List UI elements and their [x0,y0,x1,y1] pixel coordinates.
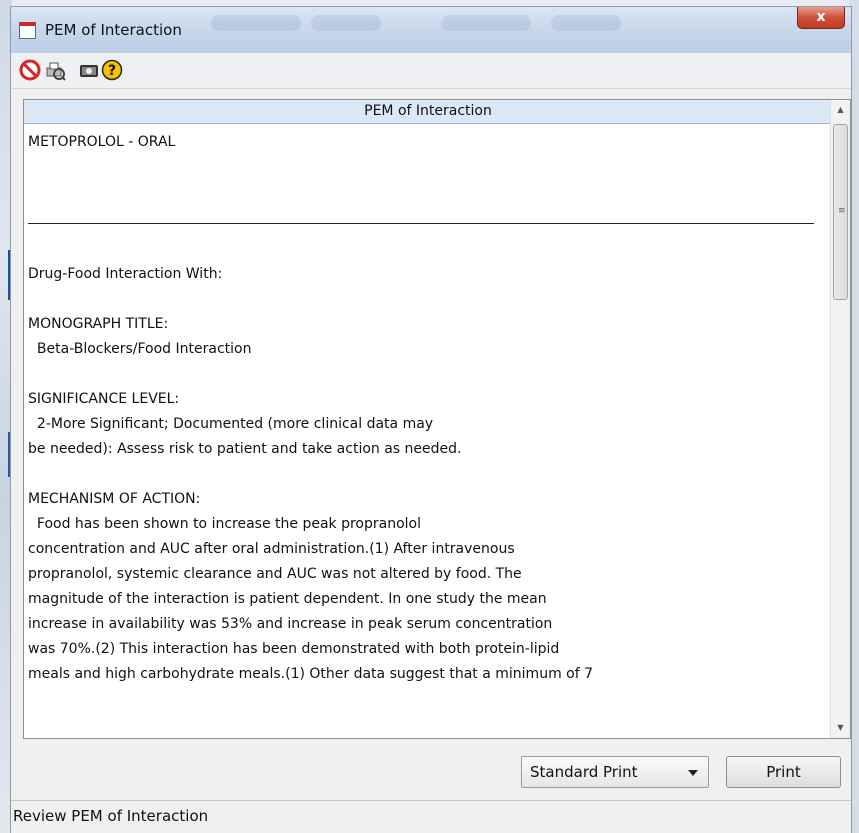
mechanism-line: was 70%.(2) This interaction has been de… [28,641,560,657]
mechanism-line: propranolol, systemic clearance and AUC … [28,566,522,582]
grip-icon: ≡ [838,206,846,216]
mechanism-line: concentration and AUC after oral adminis… [28,541,515,557]
mechanism-line: Food has been shown to increase the peak… [28,516,421,532]
mechanism-line: meals and high carbohydrate meals.(1) Ot… [28,666,594,682]
print-mode-select[interactable]: Standard Print [521,756,709,788]
scroll-down-arrow-icon[interactable]: ▼ [831,718,850,738]
scroll-thumb[interactable]: ≡ [833,124,848,300]
print-button[interactable]: Print [726,756,841,788]
report-viewer[interactable]: PEM of Interaction METOPROLOL - ORAL Dru… [23,99,851,739]
pem-window: PEM of Interaction x ? PEM of Interactio… [10,6,852,833]
drug-name: METOPROLOL - ORAL [28,134,176,150]
interaction-label: Drug-Food Interaction With: [28,266,223,282]
mechanism-label: MECHANISM OF ACTION: [28,491,201,507]
background-blur [211,15,301,31]
close-button[interactable]: x [797,7,845,29]
help-icon[interactable]: ? [101,59,123,81]
significance-label: SIGNIFICANCE LEVEL: [28,391,180,407]
background-blur [551,15,621,31]
window-title: PEM of Interaction [45,21,182,39]
camera-icon[interactable] [78,59,100,81]
svg-text:?: ? [108,63,116,79]
significance-line: be needed): Assess risk to patient and t… [28,441,462,457]
monograph-title: Beta-Blockers/Food Interaction [28,341,252,357]
mechanism-line: increase in availability was 53% and inc… [28,616,553,632]
print-preview-icon[interactable] [44,59,66,81]
chevron-down-icon [688,770,698,776]
print-mode-value: Standard Print [530,763,638,781]
stop-icon[interactable] [19,59,41,81]
monograph-title-label: MONOGRAPH TITLE: [28,316,169,332]
report-header: PEM of Interaction [24,100,832,124]
vertical-scrollbar[interactable]: ▲ ≡ ▼ [830,100,850,738]
background-blur [311,15,381,31]
status-bar: Review PEM of Interaction [11,800,851,833]
title-bar[interactable]: PEM of Interaction x [11,7,851,53]
toolbar: ? [11,53,851,89]
report-body: METOPROLOL - ORAL Drug-Food Interaction … [28,130,828,687]
mechanism-line: magnitude of the interaction is patient … [28,591,547,607]
background-blur [441,15,531,31]
divider [28,223,814,224]
window-icon [19,22,36,39]
scroll-up-arrow-icon[interactable]: ▲ [831,100,850,120]
significance-line: 2-More Significant; Documented (more cli… [28,416,434,432]
